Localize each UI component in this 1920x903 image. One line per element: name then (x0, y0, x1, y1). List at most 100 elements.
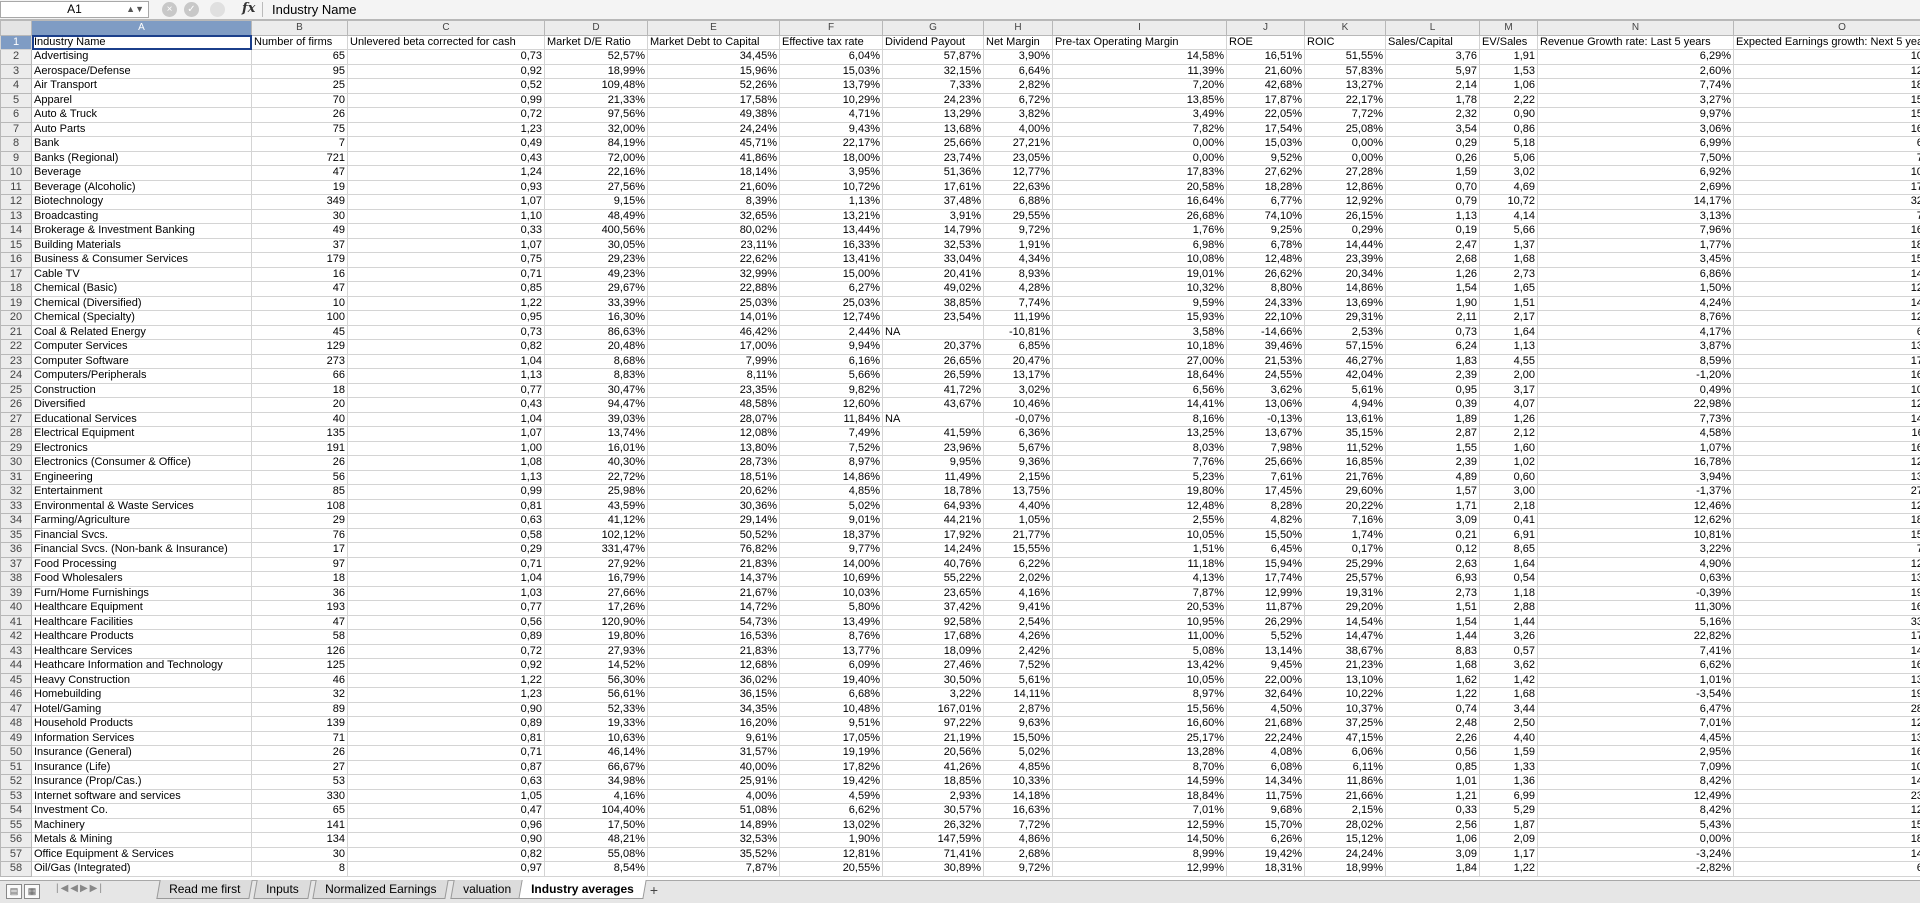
data-cell[interactable]: 2,11 (1386, 311, 1480, 326)
data-cell[interactable]: 21,83% (648, 644, 780, 659)
industry-name-cell[interactable]: Auto & Truck (32, 108, 252, 123)
data-cell[interactable]: 8,68% (545, 354, 648, 369)
data-cell[interactable]: 28,02% (1305, 818, 1386, 833)
data-cell[interactable]: 30,36% (648, 499, 780, 514)
data-cell[interactable]: 18,44% (1734, 238, 1920, 253)
industry-name-cell[interactable]: Environmental & Waste Services (32, 499, 252, 514)
data-cell[interactable]: -14,66% (1227, 325, 1305, 340)
data-cell[interactable]: 6,86% (1538, 267, 1734, 282)
data-cell[interactable]: 4,08% (1227, 746, 1305, 761)
data-cell[interactable]: 4,40 (1480, 731, 1538, 746)
data-cell[interactable]: 30,47% (545, 383, 648, 398)
data-cell[interactable]: 49 (252, 224, 348, 239)
data-cell[interactable]: 16,79% (545, 572, 648, 587)
row-header[interactable]: 54 (1, 804, 32, 819)
data-cell[interactable]: 6,06% (1305, 746, 1386, 761)
industry-name-cell[interactable]: Healthcare Facilities (32, 615, 252, 630)
data-cell[interactable]: 2,68% (984, 847, 1053, 862)
data-cell[interactable]: 0,82 (348, 340, 545, 355)
data-cell[interactable]: 46,27% (1305, 354, 1386, 369)
data-cell[interactable]: 14,50% (1053, 833, 1227, 848)
data-cell[interactable]: 14,59% (1734, 267, 1920, 282)
data-cell[interactable]: 6,26% (1227, 833, 1305, 848)
data-cell[interactable]: 16,38% (1734, 224, 1920, 239)
data-cell[interactable]: 40,00% (648, 760, 780, 775)
data-cell[interactable]: 0,79 (1386, 195, 1480, 210)
data-cell[interactable]: 0,97 (348, 862, 545, 877)
data-cell[interactable]: 0,82 (348, 847, 545, 862)
row-header[interactable]: 6 (1, 108, 32, 123)
data-cell[interactable]: 9,61% (648, 731, 780, 746)
data-cell[interactable]: 10,72 (1480, 195, 1538, 210)
data-cell[interactable]: 65 (252, 804, 348, 819)
data-cell[interactable]: 21,66% (1305, 789, 1386, 804)
data-cell[interactable]: 3,94% (1538, 470, 1734, 485)
data-cell[interactable]: 7,97% (1734, 543, 1920, 558)
data-cell[interactable]: 16,33% (780, 238, 883, 253)
column-header[interactable]: A (32, 21, 252, 36)
row-header[interactable]: 13 (1, 209, 32, 224)
data-cell[interactable]: 38,85% (883, 296, 984, 311)
data-cell[interactable]: 27,62% (1227, 166, 1305, 181)
data-cell[interactable]: 14,37% (648, 572, 780, 587)
cancel-icon[interactable]: × (162, 2, 177, 17)
industry-name-cell[interactable]: Aerospace/Defense (32, 64, 252, 79)
data-cell[interactable]: 22,62% (648, 253, 780, 268)
data-cell[interactable]: 37,42% (883, 601, 984, 616)
data-cell[interactable]: 7,50% (1538, 151, 1734, 166)
data-cell[interactable]: 21,83% (648, 557, 780, 572)
data-cell[interactable]: 8,80% (1227, 282, 1305, 297)
data-cell[interactable]: 4,14 (1480, 209, 1538, 224)
column-header[interactable]: K (1305, 21, 1386, 36)
data-cell[interactable]: 12,84% (1734, 804, 1920, 819)
industry-name-cell[interactable]: Internet software and services (32, 789, 252, 804)
data-cell[interactable]: 3,02 (1480, 166, 1538, 181)
data-cell[interactable]: 13,85% (1053, 93, 1227, 108)
data-cell[interactable]: 0,63% (1538, 572, 1734, 587)
data-cell[interactable]: 108 (252, 499, 348, 514)
industry-name-cell[interactable]: Homebuilding (32, 688, 252, 703)
data-cell[interactable]: 0,70 (1386, 180, 1480, 195)
data-cell[interactable]: 10,95% (1053, 615, 1227, 630)
data-cell[interactable]: 12,77% (984, 166, 1053, 181)
data-cell[interactable]: 0,60 (1480, 470, 1538, 485)
data-cell[interactable]: 20,53% (1053, 601, 1227, 616)
data-cell[interactable]: 0,00% (1538, 833, 1734, 848)
data-cell[interactable]: 4,85% (984, 760, 1053, 775)
data-cell[interactable]: 11,39% (1053, 64, 1227, 79)
data-cell[interactable]: 1,51% (1053, 543, 1227, 558)
data-cell[interactable]: 100 (252, 311, 348, 326)
data-cell[interactable]: 8,93% (984, 267, 1053, 282)
industry-name-cell[interactable]: Chemical (Basic) (32, 282, 252, 297)
data-cell[interactable]: 7,82% (1053, 122, 1227, 137)
data-cell[interactable]: 0,19 (1386, 224, 1480, 239)
data-cell[interactable]: 10,94% (1734, 50, 1920, 65)
data-cell[interactable]: 2,18 (1480, 499, 1538, 514)
data-cell[interactable]: 1,18 (1480, 586, 1538, 601)
row-header[interactable]: 29 (1, 441, 32, 456)
data-cell[interactable]: 3,22% (883, 688, 984, 703)
data-cell[interactable]: 109,48% (545, 79, 648, 94)
data-cell[interactable]: 6,08% (1227, 760, 1305, 775)
data-cell[interactable]: 16,60% (1053, 717, 1227, 732)
data-cell[interactable]: 6,36% (984, 427, 1053, 442)
header-cell[interactable]: ROE (1227, 35, 1305, 50)
data-cell[interactable]: 4,17% (1538, 325, 1734, 340)
data-cell[interactable]: 24,24% (1305, 847, 1386, 862)
data-cell[interactable]: 7,99% (648, 354, 780, 369)
data-cell[interactable]: 6,78% (1227, 238, 1305, 253)
data-cell[interactable]: 3,26 (1480, 630, 1538, 645)
data-cell[interactable]: 14,34% (1227, 775, 1305, 790)
data-cell[interactable]: 16,20% (648, 717, 780, 732)
data-cell[interactable]: 22,16% (545, 166, 648, 181)
data-cell[interactable]: 0,81 (348, 731, 545, 746)
data-cell[interactable]: 15,50% (1227, 528, 1305, 543)
data-cell[interactable]: 5,52% (1227, 630, 1305, 645)
data-cell[interactable]: 13,80% (648, 441, 780, 456)
data-cell[interactable]: 18,14% (648, 166, 780, 181)
data-cell[interactable]: 0,29 (348, 543, 545, 558)
row-header[interactable]: 21 (1, 325, 32, 340)
data-cell[interactable]: 13,05% (1734, 572, 1920, 587)
data-cell[interactable]: 8,42% (1538, 775, 1734, 790)
data-cell[interactable]: 1,05 (348, 789, 545, 804)
